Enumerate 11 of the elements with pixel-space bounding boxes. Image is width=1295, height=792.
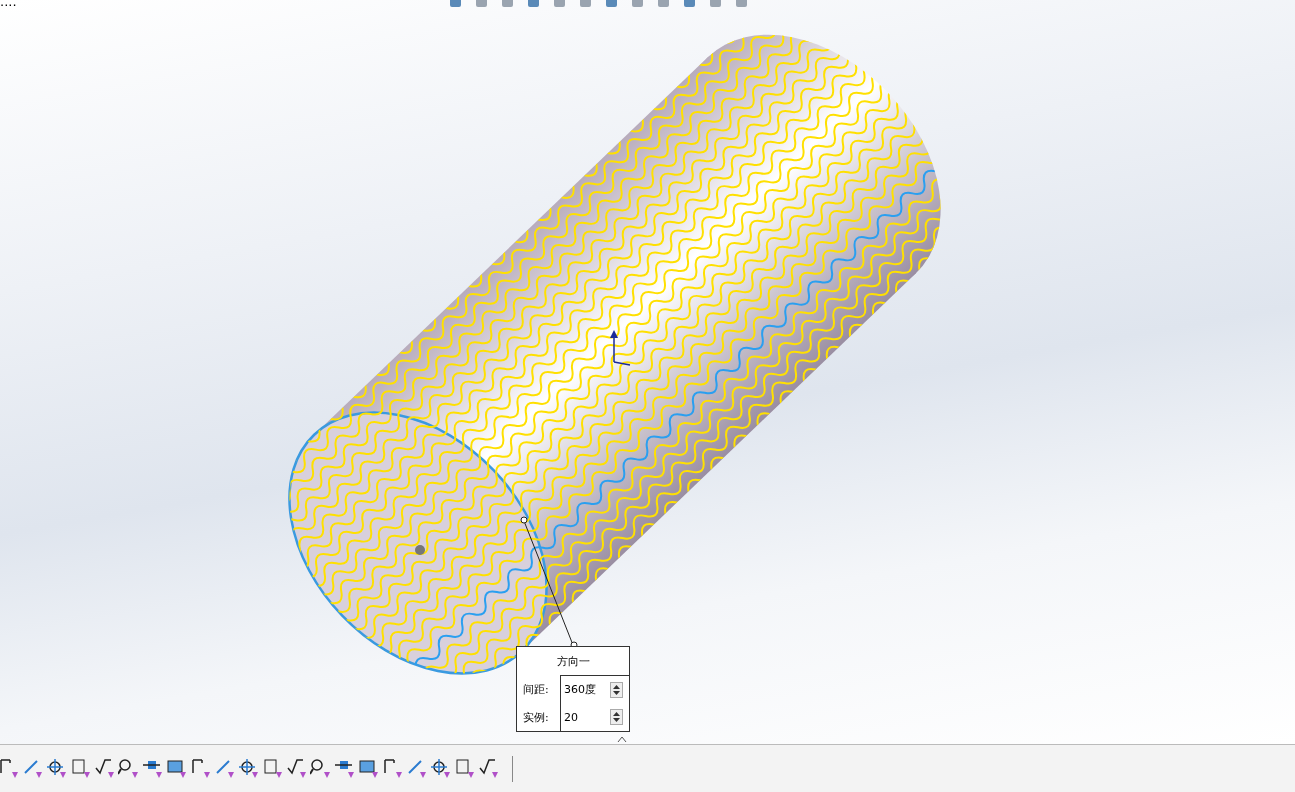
origin-icon bbox=[415, 545, 425, 555]
caret-icon[interactable] bbox=[617, 736, 627, 742]
field-label: 间距: bbox=[523, 681, 550, 698]
spinner-control[interactable] bbox=[610, 709, 623, 726]
spinner-control[interactable] bbox=[610, 681, 623, 698]
value-field[interactable]: 360度 bbox=[564, 682, 596, 698]
value-field[interactable]: 20 bbox=[564, 710, 578, 724]
axis-triad-icon bbox=[610, 330, 631, 366]
callout-title: 方向一 bbox=[555, 653, 591, 670]
field-label: 实例: bbox=[523, 709, 550, 726]
status-text: .... bbox=[0, 0, 17, 9]
